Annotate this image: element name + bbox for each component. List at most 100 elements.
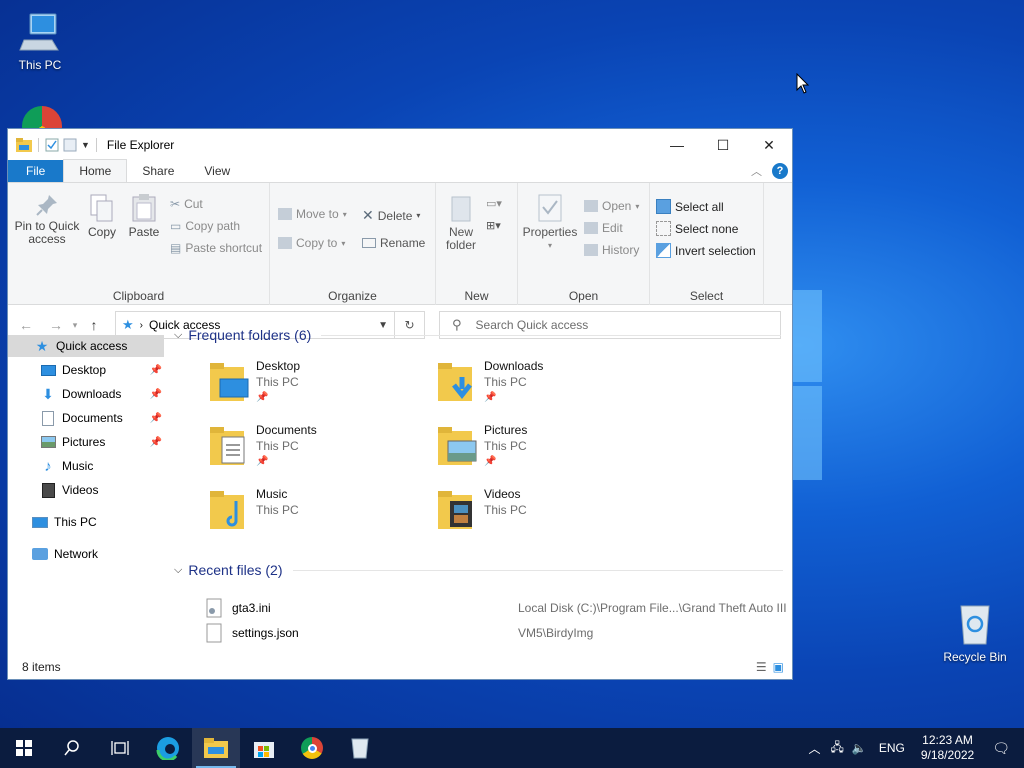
nav-item-music[interactable]: ♪ Music xyxy=(8,455,164,477)
input-language[interactable]: ENG xyxy=(871,741,913,755)
copy-button[interactable]: Copy xyxy=(84,193,120,239)
taskbar-recycle-bin[interactable] xyxy=(336,728,384,768)
tab-file[interactable]: File xyxy=(8,160,64,182)
task-view-button[interactable] xyxy=(96,728,144,768)
folder-tile-videos[interactable]: Videos This PC xyxy=(436,487,656,543)
up-arrow-icon[interactable]: ↑ xyxy=(82,317,106,333)
taskbar-chrome[interactable] xyxy=(288,728,336,768)
star-icon: ★ xyxy=(122,317,134,332)
new-folder-quick-icon[interactable] xyxy=(63,138,77,152)
pin-icon: 📌 xyxy=(149,412,162,424)
folder-name: Desktop xyxy=(256,359,301,373)
copy-to-button[interactable]: Copy to ▾ xyxy=(278,236,345,250)
recent-file-row[interactable]: gta3.ini Local Disk (C:)\Program File...\… xyxy=(206,597,787,619)
recent-file-row[interactable]: settings.json VM5\BirdyImg xyxy=(206,622,786,644)
group-label: Select xyxy=(689,289,724,303)
pin-icon: 📌 xyxy=(484,392,497,403)
folder-tile-downloads[interactable]: Downloads This PC 📌 xyxy=(436,359,656,415)
forward-arrow-icon[interactable]: → xyxy=(44,317,68,333)
help-icon[interactable]: ? xyxy=(772,163,788,179)
history-button[interactable]: History xyxy=(584,243,639,257)
collapse-ribbon-chevron-icon[interactable]: ︿ xyxy=(751,163,762,179)
back-arrow-icon[interactable]: ← xyxy=(14,317,38,333)
folder-tile-pictures[interactable]: Pictures This PC 📌 xyxy=(436,423,656,479)
search-icon xyxy=(64,740,79,756)
frequent-folders-header[interactable]: ⌵ Frequent folders (6) xyxy=(174,327,782,343)
paste-shortcut-icon: ▤ xyxy=(170,241,182,255)
chrome-desktop-icon-partial[interactable] xyxy=(22,106,62,128)
clock-time: 12:23 AM xyxy=(922,733,973,747)
delete-button[interactable]: ✕ Delete ▾ xyxy=(362,207,420,224)
taskbar-file-explorer[interactable] xyxy=(192,728,240,768)
desktop-icon-recycle-bin[interactable]: Recycle Bin xyxy=(937,602,1013,664)
title-bar[interactable]: ▼ File Explorer — ☐ ✕ xyxy=(8,129,792,161)
start-button[interactable] xyxy=(0,728,48,768)
documents-icon xyxy=(40,410,56,426)
select-all-button[interactable]: Select all xyxy=(656,199,724,214)
desktop-icon-this-pc[interactable]: This PC xyxy=(2,10,78,72)
downloads-folder-icon xyxy=(438,363,472,401)
ribbon-home: Pin to Quick access Copy Paste ✂ Cut ▭ Copy… xyxy=(8,183,792,305)
network-icon xyxy=(32,546,48,562)
tab-share[interactable]: Share xyxy=(127,160,189,182)
new-item-button[interactable]: ▭▾ xyxy=(486,197,502,210)
easy-access-button[interactable]: ⊞▾ xyxy=(486,219,501,232)
select-none-button[interactable]: Select none xyxy=(656,221,738,236)
folder-tile-documents[interactable]: Documents This PC 📌 xyxy=(208,423,428,479)
rename-button[interactable]: Rename xyxy=(362,236,425,250)
taskbar-store[interactable] xyxy=(240,728,288,768)
nav-item-pictures[interactable]: Pictures 📌 xyxy=(8,431,164,453)
pin-to-quick-access-button[interactable]: Pin to Quick access xyxy=(12,193,82,246)
status-bar: 8 items ☰ ▣ xyxy=(8,655,792,679)
taskbar-edge[interactable] xyxy=(144,728,192,768)
customize-toolbar-chevron-icon[interactable]: ▼ xyxy=(81,140,90,150)
folder-location: This PC xyxy=(256,503,299,517)
properties-button[interactable]: Properties ▾ xyxy=(522,193,578,252)
cut-button[interactable]: ✂ Cut xyxy=(170,197,203,211)
folder-tile-desktop[interactable]: Desktop This PC 📌 xyxy=(208,359,428,415)
network-status-icon[interactable]: 🖧 xyxy=(826,738,847,759)
paste-button[interactable]: Paste xyxy=(126,193,162,239)
new-folder-button[interactable]: New folder xyxy=(442,195,480,252)
invert-selection-icon xyxy=(656,243,671,258)
file-path: VM5\BirdyImg xyxy=(518,626,594,640)
group-label: Open xyxy=(568,289,599,303)
search-button[interactable] xyxy=(48,728,96,768)
tab-view[interactable]: View xyxy=(189,160,245,182)
folder-location: This PC xyxy=(256,375,299,389)
notifications-icon[interactable]: 🗨 xyxy=(982,740,1024,757)
copy-path-button[interactable]: ▭ Copy path xyxy=(170,219,240,233)
show-hidden-icons-chevron-icon[interactable]: ︿ xyxy=(802,740,826,757)
ribbon-group-open: Properties ▾ Open ▾ Edit History Open xyxy=(518,183,650,305)
nav-item-videos[interactable]: Videos xyxy=(8,479,164,501)
nav-item-downloads[interactable]: ⬇ Downloads 📌 xyxy=(8,383,164,405)
large-icons-view-icon[interactable]: ▣ xyxy=(773,660,784,674)
open-button[interactable]: Open ▾ xyxy=(584,199,639,213)
tab-home[interactable]: Home xyxy=(63,159,128,182)
paste-shortcut-button[interactable]: ▤ Paste shortcut xyxy=(170,241,262,255)
properties-quick-icon[interactable] xyxy=(45,138,59,152)
nav-item-this-pc[interactable]: This PC xyxy=(8,511,164,533)
close-button[interactable]: ✕ xyxy=(746,129,792,161)
nav-item-documents[interactable]: Documents 📌 xyxy=(8,407,164,429)
minimize-button[interactable]: — xyxy=(654,129,700,161)
recent-locations-chevron-icon[interactable]: ▾ xyxy=(68,320,82,331)
taskbar: ︿ 🖧 🔈 ENG 12:23 AM 9/18/2022 🗨 xyxy=(0,728,1024,768)
maximize-button[interactable]: ☐ xyxy=(700,129,746,161)
system-tray: ︿ 🖧 🔈 ENG 12:23 AM 9/18/2022 🗨 xyxy=(802,728,1024,768)
edit-button[interactable]: Edit xyxy=(584,221,623,235)
folder-tile-music[interactable]: Music This PC xyxy=(208,487,428,543)
move-to-button[interactable]: Move to ▾ xyxy=(278,207,347,221)
details-view-icon[interactable]: ☰ xyxy=(756,660,767,674)
ribbon-group-clipboard: Pin to Quick access Copy Paste ✂ Cut ▭ Copy… xyxy=(8,183,270,305)
downloads-icon: ⬇ xyxy=(42,385,54,402)
nav-item-network[interactable]: Network xyxy=(8,543,164,565)
invert-selection-button[interactable]: Invert selection xyxy=(656,243,756,258)
clock-date: 9/18/2022 xyxy=(920,748,975,762)
nav-item-quick-access[interactable]: ★ Quick access xyxy=(8,335,164,357)
nav-item-desktop[interactable]: Desktop 📌 xyxy=(8,359,164,381)
recent-files-header[interactable]: ⌵ Recent files (2) xyxy=(174,562,783,578)
quick-access-toolbar: ▼ xyxy=(16,138,99,152)
volume-icon[interactable]: 🔈 xyxy=(848,741,871,755)
clock[interactable]: 12:23 AM 9/18/2022 xyxy=(913,733,982,763)
